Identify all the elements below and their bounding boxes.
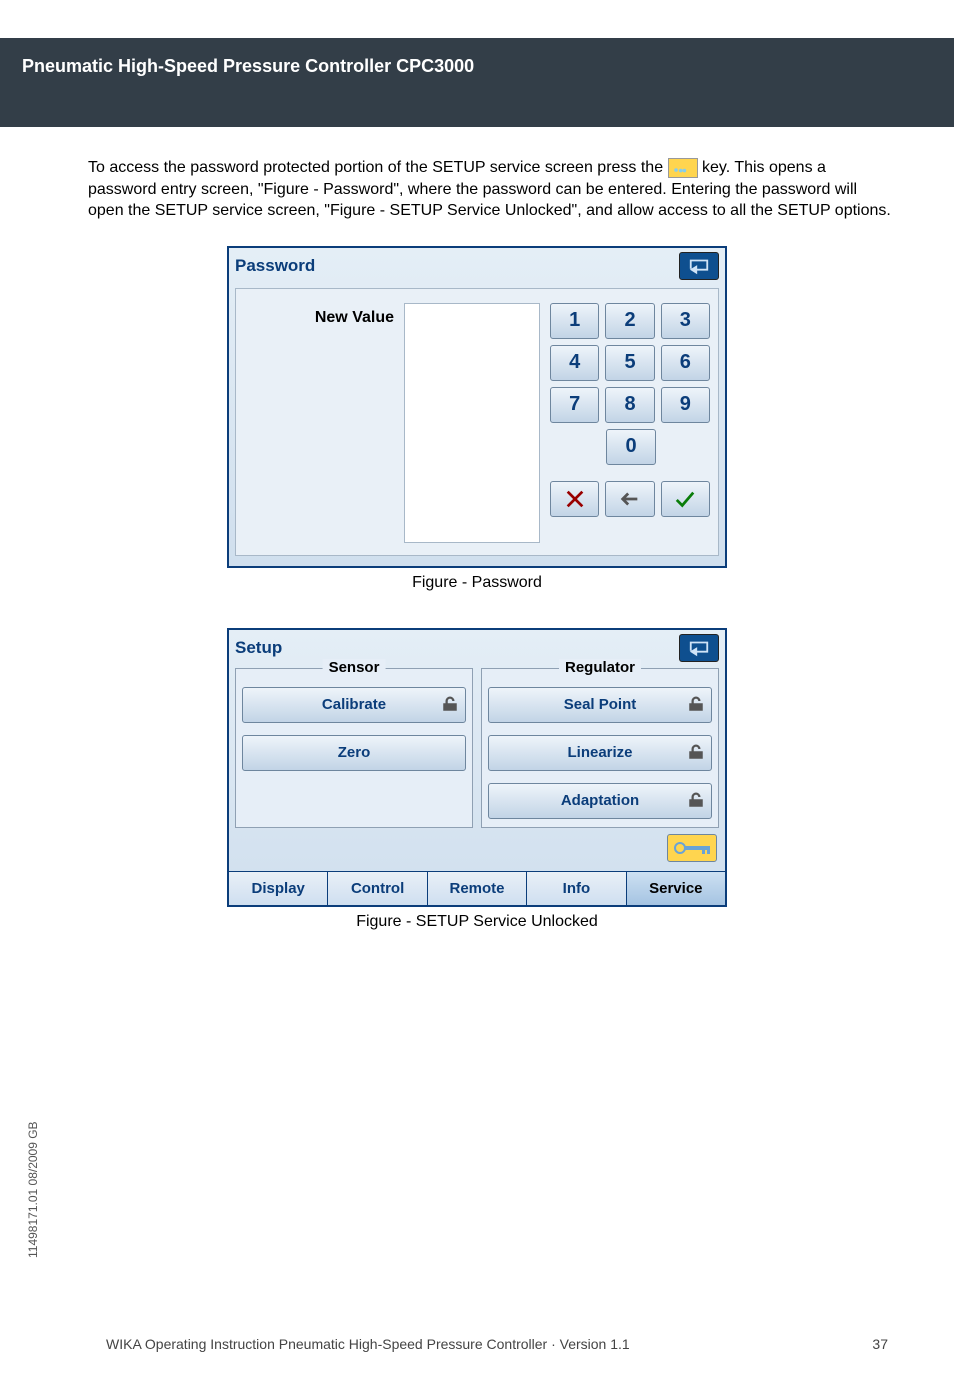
adaptation-button[interactable]: Adaptation <box>488 783 712 819</box>
key-6[interactable]: 6 <box>661 345 710 381</box>
setup-title: Setup <box>235 638 282 658</box>
linearize-button[interactable]: Linearize <box>488 735 712 771</box>
password-panel: Password New Value 1 2 3 4 5 6 <box>227 246 727 568</box>
x-icon <box>564 488 586 510</box>
key-2[interactable]: 2 <box>605 303 654 339</box>
password-title: Password <box>235 256 315 276</box>
lock-open-icon <box>441 695 459 713</box>
page-header: Pneumatic High-Speed Pressure Controller… <box>0 38 954 127</box>
seal-point-label: Seal Point <box>564 696 637 713</box>
key-0[interactable]: 0 <box>606 429 656 465</box>
unlock-key-button[interactable] <box>667 834 717 862</box>
key-5[interactable]: 5 <box>605 345 654 381</box>
lock-open-icon <box>687 743 705 761</box>
tab-info[interactable]: Info <box>527 872 626 905</box>
calibrate-button[interactable]: Calibrate <box>242 687 466 723</box>
confirm-button[interactable] <box>661 481 710 517</box>
key-1[interactable]: 1 <box>550 303 599 339</box>
cancel-button[interactable] <box>550 481 599 517</box>
tab-service[interactable]: Service <box>627 872 725 905</box>
key-3[interactable]: 3 <box>661 303 710 339</box>
new-value-label: New Value <box>244 303 404 543</box>
back-button[interactable] <box>679 634 719 662</box>
zero-button[interactable]: Zero <box>242 735 466 771</box>
lock-open-icon <box>687 791 705 809</box>
check-icon <box>673 488 697 510</box>
tab-bar: Display Control Remote Info Service <box>229 871 725 905</box>
arrow-left-icon <box>619 488 641 510</box>
intro-text-before: To access the password protected portion… <box>88 159 668 176</box>
key-9[interactable]: 9 <box>661 387 710 423</box>
return-arrow-icon <box>688 257 710 275</box>
key-7[interactable]: 7 <box>550 387 599 423</box>
key-icon <box>668 835 716 861</box>
linearize-label: Linearize <box>567 744 632 761</box>
doc-code: 11498171.01 08/2009 GB <box>26 1121 40 1258</box>
regulator-group: Regulator Seal Point Linearize Adaptatio… <box>481 668 719 828</box>
tab-remote[interactable]: Remote <box>428 872 527 905</box>
seal-point-button[interactable]: Seal Point <box>488 687 712 723</box>
regulator-legend: Regulator <box>559 659 641 676</box>
sensor-group: Sensor Calibrate Zero <box>235 668 473 828</box>
adaptation-label: Adaptation <box>561 792 639 809</box>
calibrate-label: Calibrate <box>322 696 386 713</box>
key-8[interactable]: 8 <box>605 387 654 423</box>
backspace-button[interactable] <box>605 481 654 517</box>
key-4[interactable]: 4 <box>550 345 599 381</box>
figure2-caption: Figure - SETUP Service Unlocked <box>0 913 954 931</box>
figure1-caption: Figure - Password <box>0 574 954 592</box>
key-icon <box>668 158 698 178</box>
new-value-input[interactable] <box>404 303 540 543</box>
sensor-legend: Sensor <box>323 659 386 676</box>
zero-label: Zero <box>338 744 371 761</box>
intro-paragraph: To access the password protected portion… <box>0 127 954 232</box>
back-button[interactable] <box>679 252 719 280</box>
lock-open-icon <box>687 695 705 713</box>
return-arrow-icon <box>688 639 710 657</box>
tab-display[interactable]: Display <box>229 872 328 905</box>
setup-panel: Setup Sensor Calibrate Zero Regulator Se… <box>227 628 727 907</box>
numeric-keypad: 1 2 3 4 5 6 7 8 9 0 <box>550 303 710 543</box>
tab-control[interactable]: Control <box>328 872 427 905</box>
